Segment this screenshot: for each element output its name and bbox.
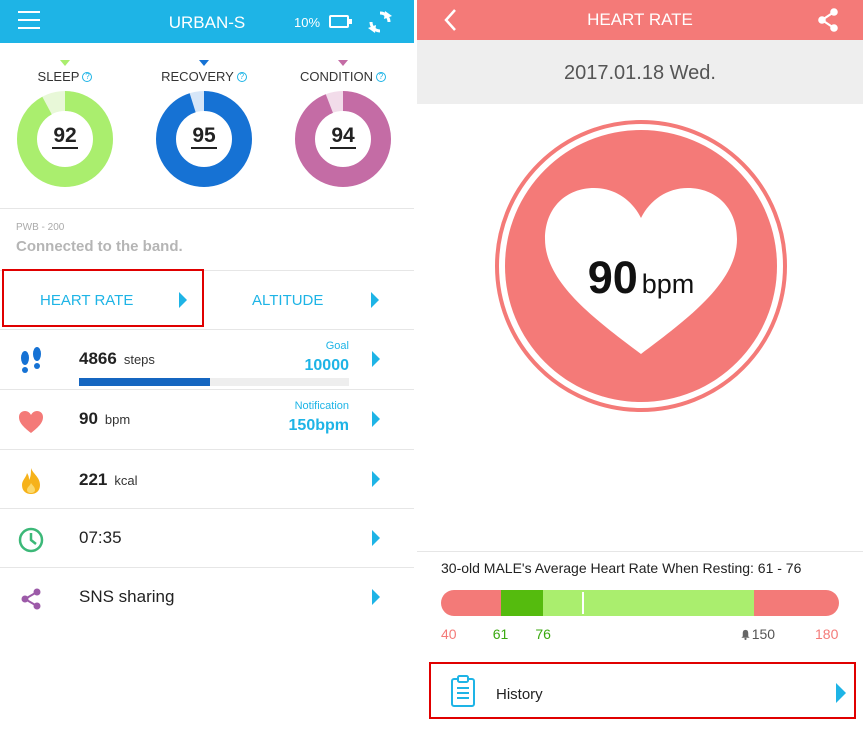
recovery-marker-icon (199, 60, 209, 66)
chevron-right-icon (372, 351, 380, 367)
scale-min-label: 40 (441, 626, 457, 642)
device-name: PWB - 200 (16, 222, 65, 233)
steps-value: 4866 (79, 349, 117, 368)
sleep-label: SLEEP (37, 69, 80, 84)
resting-zone (500, 590, 544, 616)
heart-rate-header: HEART RATE (417, 0, 863, 40)
share-icon (21, 588, 41, 610)
heart-icon (19, 411, 43, 433)
steps-progress-bar (79, 378, 349, 386)
average-heart-rate-text: 30-old MALE's Average Heart Rate When Re… (441, 560, 802, 576)
help-icon[interactable]: ? (375, 72, 386, 82)
page-title: HEART RATE (587, 10, 693, 29)
goal-value: 10000 (304, 357, 350, 374)
calories-row[interactable]: 221 kcal (0, 450, 414, 509)
bpm-unit: bpm (641, 269, 695, 299)
steps-unit: steps (123, 352, 155, 367)
bpm-value: 90 (587, 252, 638, 303)
chevron-right-icon (372, 411, 380, 427)
current-rate-marker (582, 592, 585, 614)
recovery-ring: 95 (155, 90, 253, 188)
share-icon[interactable] (815, 7, 841, 33)
chevron-right-icon (372, 471, 380, 487)
divider (417, 551, 863, 552)
heart-rate-row[interactable]: 90 bpm Notification 150bpm (0, 390, 414, 449)
bell-icon (741, 629, 750, 640)
help-icon[interactable]: ? (236, 72, 247, 82)
time-row[interactable]: 07:35 (0, 509, 414, 568)
battery-percentage: 10% (294, 15, 321, 30)
notification-label: Notification (294, 400, 349, 412)
scale-max-label: 180 (815, 626, 839, 642)
condition-value: 94 (330, 124, 356, 149)
heart-rate-scale-bar (441, 590, 839, 616)
scale-rest-high-label: 76 (535, 626, 551, 642)
heart-unit: bpm (104, 412, 131, 427)
scale-alert-label: 150 (740, 626, 775, 642)
sleep-marker-icon (60, 60, 70, 66)
notification-value: 150bpm (288, 417, 349, 434)
recovery-value: 95 (191, 124, 217, 149)
sleep-score[interactable]: SLEEP? 92 (10, 60, 120, 188)
calories-value: 221 (79, 470, 108, 489)
chevron-right-icon (836, 683, 846, 703)
condition-label: CONDITION (300, 69, 373, 84)
sleep-value: 92 (52, 124, 78, 149)
battery-icon (329, 15, 352, 28)
heart-value: 90 (79, 409, 98, 428)
condition-score[interactable]: CONDITION? 94 (288, 60, 398, 188)
goal-label: Goal (325, 340, 349, 352)
help-icon[interactable]: ? (82, 72, 93, 82)
scale-rest-low-label: 61 (492, 626, 509, 642)
chevron-right-icon (372, 589, 380, 605)
tab-altitude-label: ALTITUDE (252, 292, 324, 309)
sns-sharing-label: SNS sharing (79, 587, 175, 606)
sleep-ring: 92 (16, 90, 114, 188)
condition-marker-icon (338, 60, 348, 66)
steps-row[interactable]: 4866 steps Goal 10000 (0, 330, 414, 389)
clipboard-icon (451, 675, 475, 707)
recovery-label: RECOVERY (161, 69, 234, 84)
highlight-box (2, 269, 204, 327)
date-bar: 2017.01.18 Wed. (417, 40, 863, 104)
scale-alert-value: 150 (751, 626, 776, 642)
chevron-right-icon (372, 530, 380, 546)
tab-altitude[interactable]: ALTITUDE (207, 271, 414, 329)
history-button[interactable]: History (429, 662, 856, 719)
clock-icon (18, 527, 44, 553)
flame-icon (22, 468, 40, 494)
history-label: History (496, 686, 543, 703)
condition-ring: 94 (294, 90, 392, 188)
time-value: 07:35 (79, 528, 122, 547)
steps-progress-fill (79, 378, 211, 386)
heart-rate-screen: HEART RATE 2017.01.18 Wed. 90 bpm 30-old … (417, 0, 863, 731)
chevron-right-icon (371, 292, 379, 308)
date-label: 2017.01.18 Wed. (564, 62, 716, 84)
app-header: URBAN-S 10% (0, 0, 414, 43)
calories-unit: kcal (114, 473, 138, 488)
heart-rate-gauge: 90 bpm (495, 120, 787, 412)
dashboard-screen: URBAN-S 10% SLEEP? 92 RECOVERY? 95 CONDI… (0, 0, 414, 731)
sns-sharing-row[interactable]: SNS sharing (0, 568, 414, 627)
connection-status: Connected to the band. (16, 238, 183, 255)
recovery-score[interactable]: RECOVERY? 95 (149, 60, 259, 188)
divider (0, 208, 414, 209)
footsteps-icon (21, 347, 41, 373)
sync-icon[interactable] (368, 10, 392, 34)
